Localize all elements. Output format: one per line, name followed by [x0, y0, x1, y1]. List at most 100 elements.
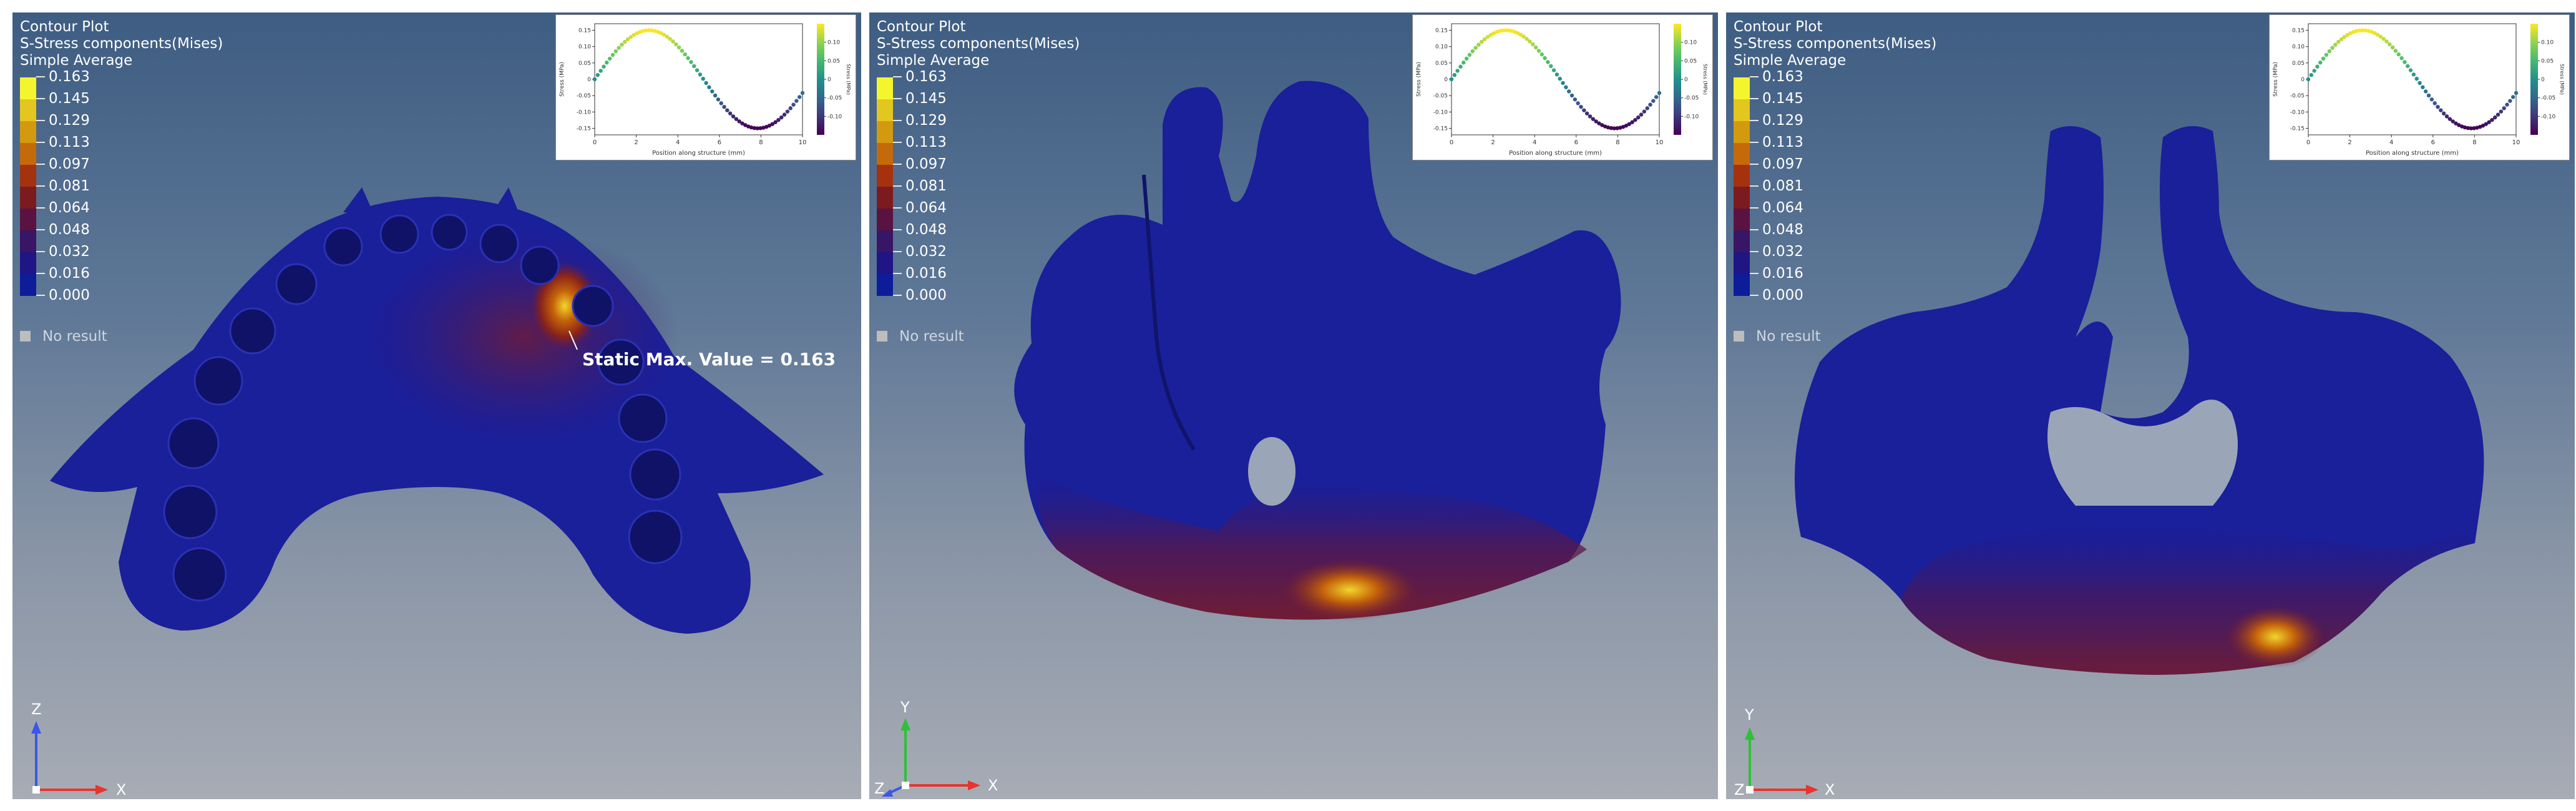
data-point [595, 72, 600, 77]
data-point [2502, 106, 2506, 111]
data-point [1579, 104, 1583, 109]
data-point [2505, 102, 2509, 107]
data-point [2414, 76, 2419, 81]
data-point [713, 93, 718, 98]
data-point [2426, 93, 2431, 98]
axis-label-vertical: Y [900, 699, 910, 716]
axis-triad: Y X Z [1731, 699, 1868, 799]
data-point [785, 109, 790, 114]
data-point [692, 64, 696, 69]
data-point [613, 49, 618, 54]
y-tick-label: -0.10 [2290, 109, 2305, 116]
x-axis-label: Position along structure (mm) [652, 150, 745, 157]
data-point [623, 39, 627, 44]
x-tick-label: 2 [2348, 139, 2351, 146]
data-point [1648, 102, 1652, 107]
data-point [1546, 60, 1550, 64]
data-point [1573, 97, 1578, 102]
viewport-front[interactable]: Contour Plot S-Stress components(Mises) … [1726, 12, 2575, 799]
spine-left [343, 187, 374, 215]
data-point [680, 49, 685, 53]
x-tick-label: 6 [2431, 139, 2435, 146]
data-point [2403, 60, 2407, 64]
data-point [676, 45, 681, 50]
y-tick-label: 0 [1444, 77, 1448, 83]
stress-hotspot [1281, 559, 1418, 621]
axis-label-vertical: Z [31, 700, 42, 718]
x-tick-label: 8 [1616, 139, 1619, 146]
data-point [704, 81, 708, 86]
x-tick-label: 8 [2472, 139, 2476, 146]
colorbar-tick-label: 0.05 [2541, 58, 2554, 64]
x-tick-label: 4 [676, 139, 680, 146]
data-point [1558, 76, 1562, 81]
y-tick-label: 0.15 [1435, 27, 1448, 34]
y-tick-label: -0.05 [577, 93, 591, 99]
data-point [707, 85, 711, 89]
y-tick-label: 0.10 [578, 44, 591, 51]
x-tick-label: 0 [593, 139, 597, 146]
data-point [2309, 72, 2314, 77]
data-point [779, 115, 784, 120]
data-point [2330, 46, 2334, 50]
data-point [2436, 104, 2440, 109]
data-point [2510, 95, 2515, 99]
x-tick-label: 2 [1491, 139, 1495, 146]
data-point [617, 46, 621, 50]
data-point [728, 111, 733, 116]
colorbar-tick-label: 0.10 [2541, 40, 2554, 46]
x-tick-label: 6 [718, 139, 721, 146]
data-point [598, 69, 603, 73]
data-point [674, 42, 678, 47]
y-tick-label: -0.10 [1433, 109, 1448, 116]
data-point [1533, 45, 1538, 50]
data-point [1539, 52, 1544, 57]
data-point [2333, 42, 2338, 47]
data-point [686, 56, 690, 61]
viewport-oblique[interactable]: Contour Plot S-Stress components(Mises) … [869, 12, 1718, 799]
data-point [2514, 91, 2519, 96]
y-axis-label: Stress (MPa) [2273, 62, 2279, 97]
axis-label-depth: Z [1734, 781, 1745, 799]
data-point [1636, 115, 1641, 120]
x-tick-label: 0 [1450, 139, 1453, 146]
stress-zone-lower [1901, 527, 2475, 675]
data-point [722, 104, 726, 109]
colorbar-tick-label: -0.05 [1684, 96, 1699, 102]
data-point [731, 114, 736, 119]
inset-chart-svg: 0 2 4 6 8 10 -0.15 -0.10 -0.05 0 0.05 0.10 0.15 Posit… [1416, 23, 1708, 157]
data-point [2444, 114, 2449, 119]
data-point [602, 64, 606, 69]
y-tick-label: 0.05 [578, 61, 591, 67]
colorbar-tick-label: -0.10 [827, 114, 842, 120]
axis-label-depth: Z [874, 780, 885, 797]
colorbar-label: Stress (MPa) [2559, 64, 2565, 95]
y-tick-label: -0.15 [2290, 126, 2305, 132]
data-point [2406, 64, 2410, 69]
data-point [592, 77, 597, 82]
y-tick-label: -0.15 [577, 126, 591, 132]
data-point [2424, 89, 2428, 94]
axis-label-horizontal: X [116, 781, 127, 799]
data-point [1473, 46, 1478, 50]
colorbar-tick-label: 0 [2541, 77, 2545, 83]
data-point [716, 97, 721, 102]
data-point [1645, 106, 1649, 111]
colorbar-tick-label: -0.10 [1684, 114, 1699, 120]
y-tick-label: 0.10 [1435, 44, 1448, 51]
data-point [1470, 49, 1475, 54]
colorbar-label: Stress (MPa) [1702, 64, 1708, 95]
data-point [710, 89, 715, 94]
y-tick-label: 0.05 [2292, 61, 2305, 67]
x-tick-label: 10 [2512, 139, 2520, 146]
axis-label-vertical: Y [1745, 706, 1754, 724]
y-tick-label: -0.10 [577, 109, 592, 116]
data-point [1564, 85, 1568, 89]
viewport-top[interactable]: Contour Plot S-Stress components(Mises) … [12, 12, 861, 799]
x-tick-label: 8 [759, 139, 763, 146]
data-point [1584, 111, 1589, 116]
data-point [788, 106, 793, 111]
y-tick-label: 0 [587, 77, 591, 83]
data-point [1657, 91, 1662, 96]
data-point [782, 112, 787, 117]
